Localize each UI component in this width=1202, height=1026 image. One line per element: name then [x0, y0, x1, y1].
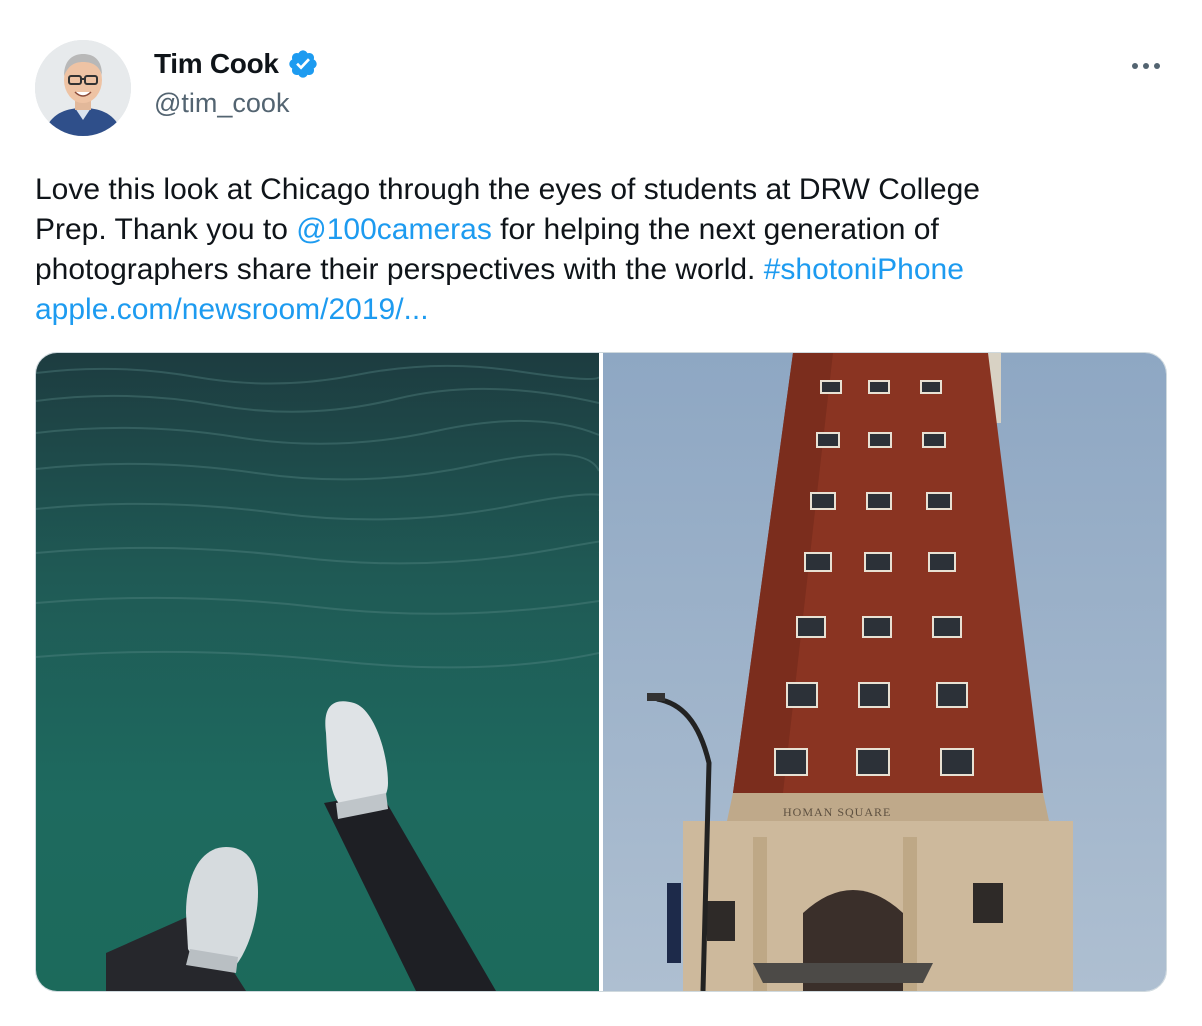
avatar[interactable]: [35, 40, 131, 136]
tweet-text-segment: Prep. Thank you to: [35, 213, 297, 246]
tweet-media-grid: HOMAN SQUARE: [35, 352, 1167, 992]
tower-sign-text: HOMAN SQUARE: [783, 805, 892, 819]
tweet-text-line: Prep. Thank you to @100cameras for helpi…: [35, 210, 1165, 250]
tweet-text-line: Love this look at Chicago through the ey…: [35, 170, 1165, 210]
author-display-name[interactable]: Tim Cook: [154, 48, 279, 80]
photo-feet-over-water[interactable]: [36, 353, 599, 991]
hashtag-link[interactable]: #shotoniPhone: [764, 253, 964, 286]
tweet-text: Love this look at Chicago through the ey…: [35, 170, 1165, 330]
verified-badge-icon: [288, 50, 317, 78]
avatar-icon: [35, 40, 131, 136]
author-name-row[interactable]: Tim Cook: [154, 48, 319, 80]
tweet-text-line: apple.com/newsroom/2019/...: [35, 290, 1165, 330]
tweet-text-segment: for helping the next generation of: [491, 213, 939, 246]
mention-link[interactable]: @100cameras: [296, 213, 492, 246]
more-options-button[interactable]: [1128, 54, 1164, 78]
tweet-text-segment: Love this look at Chicago through the ey…: [35, 173, 980, 206]
tweet-card: Tim Cook @tim_cook Love this look at Chi…: [0, 0, 1202, 1026]
author-handle[interactable]: @tim_cook: [154, 88, 289, 119]
tower-photo-image: [603, 353, 1166, 991]
tweet-text-line: photographers share their perspectives w…: [35, 250, 1165, 290]
photo-homan-square-tower[interactable]: HOMAN SQUARE: [603, 353, 1166, 991]
tweet-text-segment: photographers share their perspectives w…: [35, 253, 764, 286]
water-photo-image: [36, 353, 599, 991]
ellipsis-icon: [1132, 63, 1160, 69]
url-link[interactable]: apple.com/newsroom/2019/...: [35, 293, 429, 326]
